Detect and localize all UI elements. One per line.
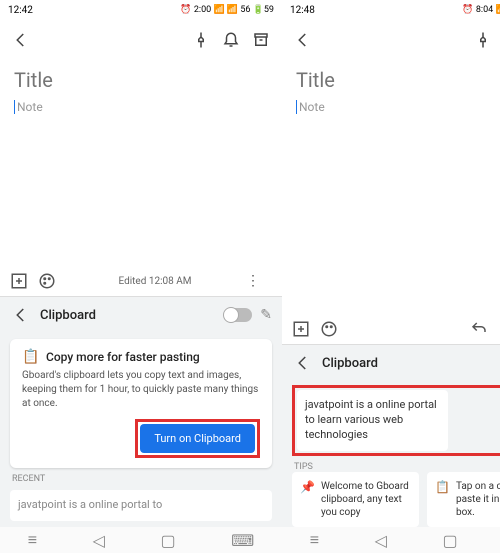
back-icon[interactable] [10, 304, 32, 326]
left-screenshot: 12:42 ⏰ 2:00 📶 📶 56 🔋59 Note Edited 12:0… [0, 0, 282, 553]
recents-icon[interactable]: ≡ [28, 530, 37, 550]
tip-card[interactable]: 📋 Tap on a clip to paste it in the text … [427, 472, 500, 527]
nav-bar: ≡ ◁ ▢ ⌨ [0, 527, 282, 553]
status-time: 12:42 [8, 5, 33, 16]
note-input[interactable]: Note [14, 96, 268, 115]
clip-item[interactable]: javatpoint is a online portal to [10, 490, 272, 521]
archive-icon[interactable] [250, 29, 272, 51]
app-bar [0, 20, 282, 60]
back-icon[interactable] [292, 29, 314, 51]
palette-icon[interactable] [320, 320, 338, 338]
status-icons: ⏰ 8:04 📶 📶 56 🔋58 [462, 5, 500, 15]
undo-icon[interactable] [470, 320, 488, 338]
edit-icon[interactable]: ✎ [260, 307, 272, 323]
keyboard-panel: Clipboard ✎ javatpoint is a online porta… [282, 344, 500, 527]
clipboard-header: Clipboard ✎ [282, 345, 500, 381]
clipboard-header: Clipboard ✎ [0, 297, 282, 333]
home-icon[interactable]: ◁ [375, 531, 387, 550]
title-input[interactable] [14, 68, 268, 92]
right-screenshot: 12:48 ⏰ 8:04 📶 📶 56 🔋58 Note ⋮ Clipboard… [282, 0, 500, 553]
clipboard-title: Clipboard [322, 356, 498, 371]
tips-label: TIPS [282, 460, 500, 472]
reminder-icon[interactable] [220, 29, 242, 51]
edit-toolbar: ⋮ [282, 314, 500, 344]
tip-text: Welcome to Gboard clipboard, any text yo… [321, 480, 411, 519]
pin-icon[interactable] [472, 29, 494, 51]
pin-icon[interactable] [190, 29, 212, 51]
back-nav-icon[interactable]: ▢ [160, 531, 175, 550]
back-icon[interactable] [10, 29, 32, 51]
clip-icon: 📋 [435, 480, 450, 519]
status-bar: 12:48 ⏰ 8:04 📶 📶 56 🔋58 [282, 0, 500, 20]
home-icon[interactable]: ◁ [93, 531, 105, 550]
keyboard-nav-icon[interactable]: ⌨ [231, 531, 254, 550]
app-bar [282, 20, 500, 60]
tip-card[interactable]: 📌 Welcome to Gboard clipboard, any text … [292, 472, 419, 527]
edited-time: Edited 12:08 AM [66, 276, 244, 287]
status-icons: ⏰ 2:00 📶 📶 56 🔋59 [180, 5, 274, 15]
add-icon[interactable] [292, 320, 310, 338]
status-time: 12:48 [290, 5, 315, 16]
recents-icon[interactable]: ≡ [310, 530, 319, 550]
palette-icon[interactable] [38, 272, 56, 290]
recent-label: RECENT [0, 474, 282, 484]
clipboard-title: Clipboard [40, 308, 216, 323]
keyboard-panel: Clipboard ✎ 📋 Copy more for faster pasti… [0, 296, 282, 527]
clipboard-intro-card: 📋 Copy more for faster pasting Gboard's … [10, 339, 272, 468]
clipboard-icon: 📋 [22, 349, 38, 365]
note-input[interactable]: Note [296, 96, 500, 115]
status-bar: 12:42 ⏰ 2:00 📶 📶 56 🔋59 [0, 0, 282, 20]
card-body: Gboard's clipboard lets you copy text an… [22, 369, 260, 411]
back-nav-icon[interactable]: ▢ [442, 531, 457, 550]
back-icon[interactable] [292, 352, 314, 374]
add-icon[interactable] [10, 272, 28, 290]
clip-item[interactable]: javatpoint is a online portal to learn v… [297, 390, 448, 451]
note-area[interactable]: Note [282, 60, 500, 314]
pin-icon: 📌 [300, 480, 315, 519]
highlight-box: Turn on Clipboard [135, 419, 260, 458]
tips-row: 📌 Welcome to Gboard clipboard, any text … [282, 472, 500, 527]
edit-toolbar: Edited 12:08 AM ⋮ [0, 266, 282, 296]
turn-on-clipboard-button[interactable]: Turn on Clipboard [140, 424, 255, 453]
card-title: Copy more for faster pasting [46, 350, 200, 364]
highlight-box: javatpoint is a online portal to learn v… [292, 385, 500, 456]
note-area[interactable]: Note [0, 60, 282, 266]
tip-text: Tap on a clip to paste it in the text bo… [456, 480, 500, 519]
title-input[interactable] [296, 68, 500, 92]
clipboard-toggle[interactable] [224, 308, 252, 322]
more-icon[interactable]: ⋮ [244, 272, 262, 290]
nav-bar: ≡ ◁ ▢ ⌨ [282, 527, 500, 553]
